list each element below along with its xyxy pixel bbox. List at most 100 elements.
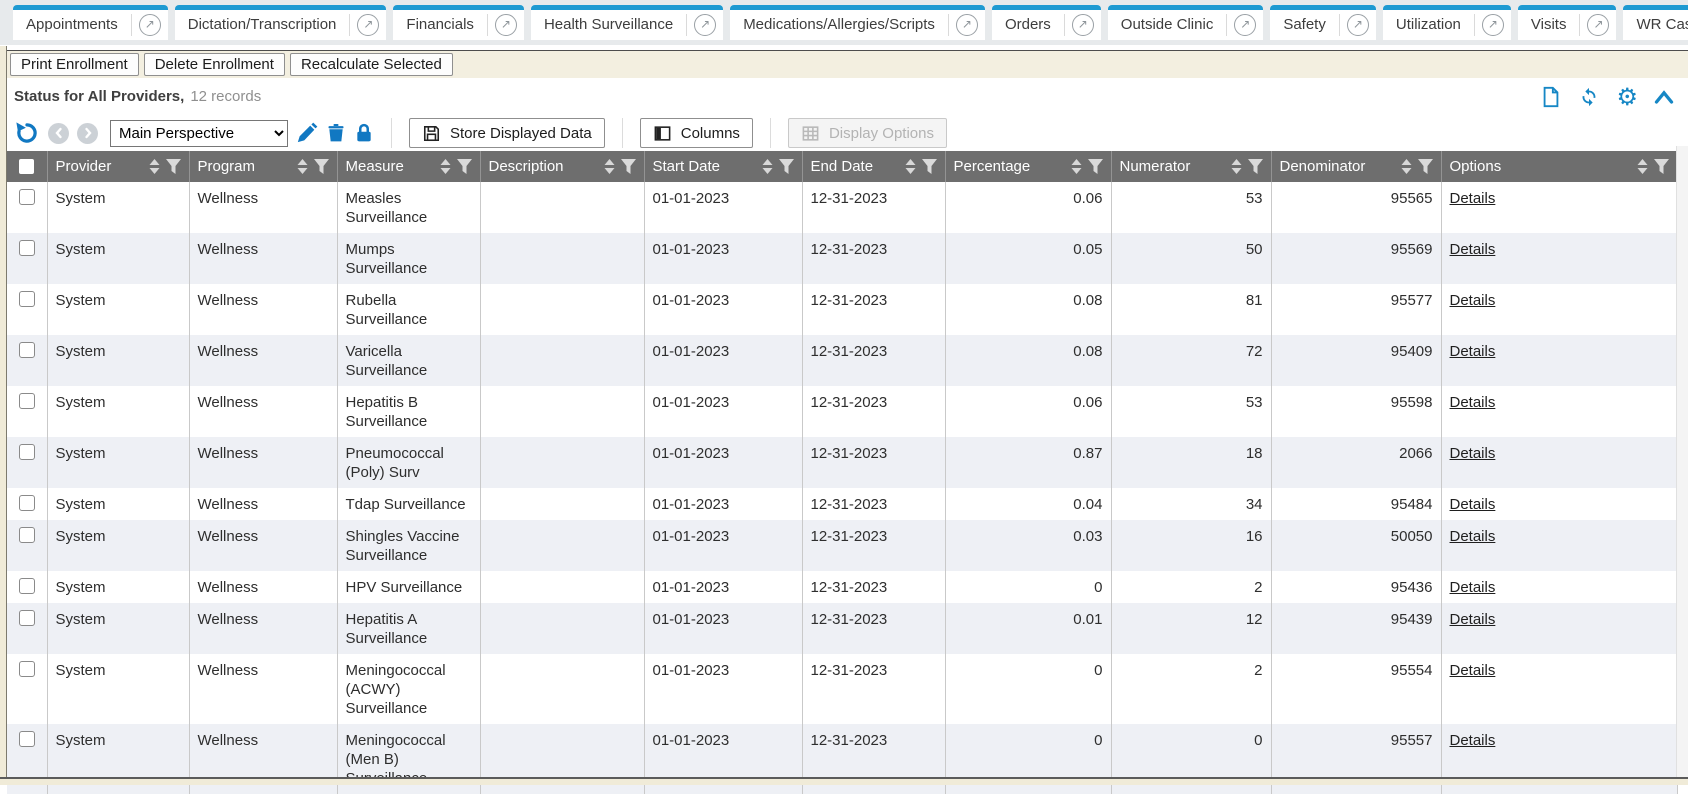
- tab-wr-case-mgmt[interactable]: WR Case Mgmt↗: [1623, 5, 1688, 40]
- vertical-scrollbar[interactable]: [1676, 146, 1688, 777]
- details-link[interactable]: Details: [1450, 241, 1496, 258]
- tab-health-surveillance[interactable]: Health Surveillance↗: [531, 5, 723, 40]
- details-link[interactable]: Details: [1450, 190, 1496, 207]
- open-in-new-window-icon[interactable]: ↗: [350, 10, 386, 40]
- column-header-select[interactable]: [7, 151, 47, 182]
- history-back-icon[interactable]: [48, 123, 69, 144]
- cell-provider: System: [47, 386, 189, 437]
- filter-icon[interactable]: [166, 159, 181, 174]
- new-document-icon[interactable]: [1540, 86, 1562, 108]
- column-header-measure[interactable]: Measure: [337, 151, 480, 182]
- delete-perspective-icon[interactable]: [326, 122, 346, 144]
- sort-icon[interactable]: [1070, 158, 1083, 175]
- select-all-checkbox[interactable]: [19, 159, 34, 174]
- row-checkbox[interactable]: [19, 291, 35, 307]
- filter-icon[interactable]: [1654, 159, 1669, 174]
- open-in-new-window-icon[interactable]: ↗: [1227, 10, 1263, 40]
- column-header-description[interactable]: Description: [480, 151, 644, 182]
- filter-icon[interactable]: [1088, 159, 1103, 174]
- print-enrollment-button[interactable]: Print Enrollment: [10, 53, 139, 76]
- filter-icon[interactable]: [314, 159, 329, 174]
- details-link[interactable]: Details: [1450, 445, 1496, 462]
- recalculate-selected-button[interactable]: Recalculate Selected: [290, 53, 453, 76]
- column-header-options[interactable]: Options: [1441, 151, 1677, 182]
- filter-icon[interactable]: [779, 159, 794, 174]
- lock-perspective-icon[interactable]: [354, 122, 374, 144]
- details-link[interactable]: Details: [1450, 662, 1496, 679]
- tab-utilization[interactable]: Utilization↗: [1383, 5, 1511, 40]
- history-forward-icon[interactable]: [77, 123, 98, 144]
- row-checkbox[interactable]: [19, 578, 35, 594]
- gear-icon[interactable]: ⚙: [1616, 86, 1638, 108]
- details-link[interactable]: Details: [1450, 292, 1496, 309]
- refresh-icon[interactable]: [1578, 86, 1600, 108]
- filter-icon[interactable]: [621, 159, 636, 174]
- filter-icon[interactable]: [1248, 159, 1263, 174]
- open-in-new-window-icon[interactable]: ↗: [949, 10, 985, 40]
- row-checkbox[interactable]: [19, 189, 35, 205]
- display-options-button[interactable]: Display Options: [788, 118, 947, 148]
- row-checkbox[interactable]: [19, 610, 35, 626]
- tab-safety[interactable]: Safety↗: [1270, 5, 1376, 40]
- sort-icon[interactable]: [296, 158, 309, 175]
- details-link[interactable]: Details: [1450, 732, 1496, 749]
- columns-button[interactable]: Columns: [640, 118, 753, 148]
- filter-icon[interactable]: [457, 159, 472, 174]
- details-link[interactable]: Details: [1450, 528, 1496, 545]
- row-checkbox[interactable]: [19, 527, 35, 543]
- open-in-new-window-icon[interactable]: ↗: [1580, 10, 1616, 40]
- tab-outside-clinic[interactable]: Outside Clinic↗: [1108, 5, 1264, 40]
- tab-dictation-transcription[interactable]: Dictation/Transcription↗: [175, 5, 387, 40]
- details-link[interactable]: Details: [1450, 579, 1496, 596]
- store-displayed-data-button[interactable]: Store Displayed Data: [409, 118, 605, 148]
- filter-icon[interactable]: [1418, 159, 1433, 174]
- sort-icon[interactable]: [1400, 158, 1413, 175]
- column-header-provider[interactable]: Provider: [47, 151, 189, 182]
- table-header-row: ProviderProgramMeasureDescriptionStart D…: [7, 151, 1677, 182]
- row-checkbox[interactable]: [19, 495, 35, 511]
- display-options-icon: [801, 124, 820, 143]
- sort-icon[interactable]: [603, 158, 616, 175]
- sort-icon[interactable]: [1636, 158, 1649, 175]
- open-in-new-window-icon[interactable]: ↗: [1340, 10, 1376, 40]
- details-link[interactable]: Details: [1450, 611, 1496, 628]
- column-label: Numerator: [1120, 158, 1225, 175]
- collapse-panel-icon[interactable]: [1654, 89, 1674, 105]
- column-header-denominator[interactable]: Denominator: [1271, 151, 1441, 182]
- perspective-select[interactable]: Main Perspective: [110, 120, 288, 147]
- row-checkbox[interactable]: [19, 661, 35, 677]
- sort-icon[interactable]: [761, 158, 774, 175]
- tab-orders[interactable]: Orders↗: [992, 5, 1101, 40]
- open-in-new-window-icon[interactable]: ↗: [132, 10, 168, 40]
- row-checkbox[interactable]: [19, 731, 35, 747]
- sort-icon[interactable]: [439, 158, 452, 175]
- open-in-new-window-icon[interactable]: ↗: [488, 10, 524, 40]
- sort-icon[interactable]: [1230, 158, 1243, 175]
- column-header-program[interactable]: Program: [189, 151, 337, 182]
- cell-percentage: 0.08: [945, 284, 1111, 335]
- tab-visits[interactable]: Visits↗: [1518, 5, 1617, 40]
- row-checkbox[interactable]: [19, 342, 35, 358]
- tab-appointments[interactable]: Appointments↗: [13, 5, 168, 40]
- tab-medications-allergies-scripts[interactable]: Medications/Allergies/Scripts↗: [730, 5, 985, 40]
- row-checkbox[interactable]: [19, 240, 35, 256]
- delete-enrollment-button[interactable]: Delete Enrollment: [144, 53, 285, 76]
- tab-financials[interactable]: Financials↗: [393, 5, 524, 40]
- open-in-new-window-icon[interactable]: ↗: [687, 10, 723, 40]
- details-link[interactable]: Details: [1450, 394, 1496, 411]
- column-header-numerator[interactable]: Numerator: [1111, 151, 1271, 182]
- undo-icon[interactable]: [14, 120, 40, 146]
- row-checkbox[interactable]: [19, 393, 35, 409]
- column-header-end_date[interactable]: End Date: [802, 151, 945, 182]
- edit-perspective-icon[interactable]: [296, 122, 318, 144]
- sort-icon[interactable]: [148, 158, 161, 175]
- filter-icon[interactable]: [922, 159, 937, 174]
- open-in-new-window-icon[interactable]: ↗: [1475, 10, 1511, 40]
- sort-icon[interactable]: [904, 158, 917, 175]
- open-in-new-window-icon[interactable]: ↗: [1065, 10, 1101, 40]
- details-link[interactable]: Details: [1450, 496, 1496, 513]
- row-checkbox[interactable]: [19, 444, 35, 460]
- details-link[interactable]: Details: [1450, 343, 1496, 360]
- column-header-percentage[interactable]: Percentage: [945, 151, 1111, 182]
- column-header-start_date[interactable]: Start Date: [644, 151, 802, 182]
